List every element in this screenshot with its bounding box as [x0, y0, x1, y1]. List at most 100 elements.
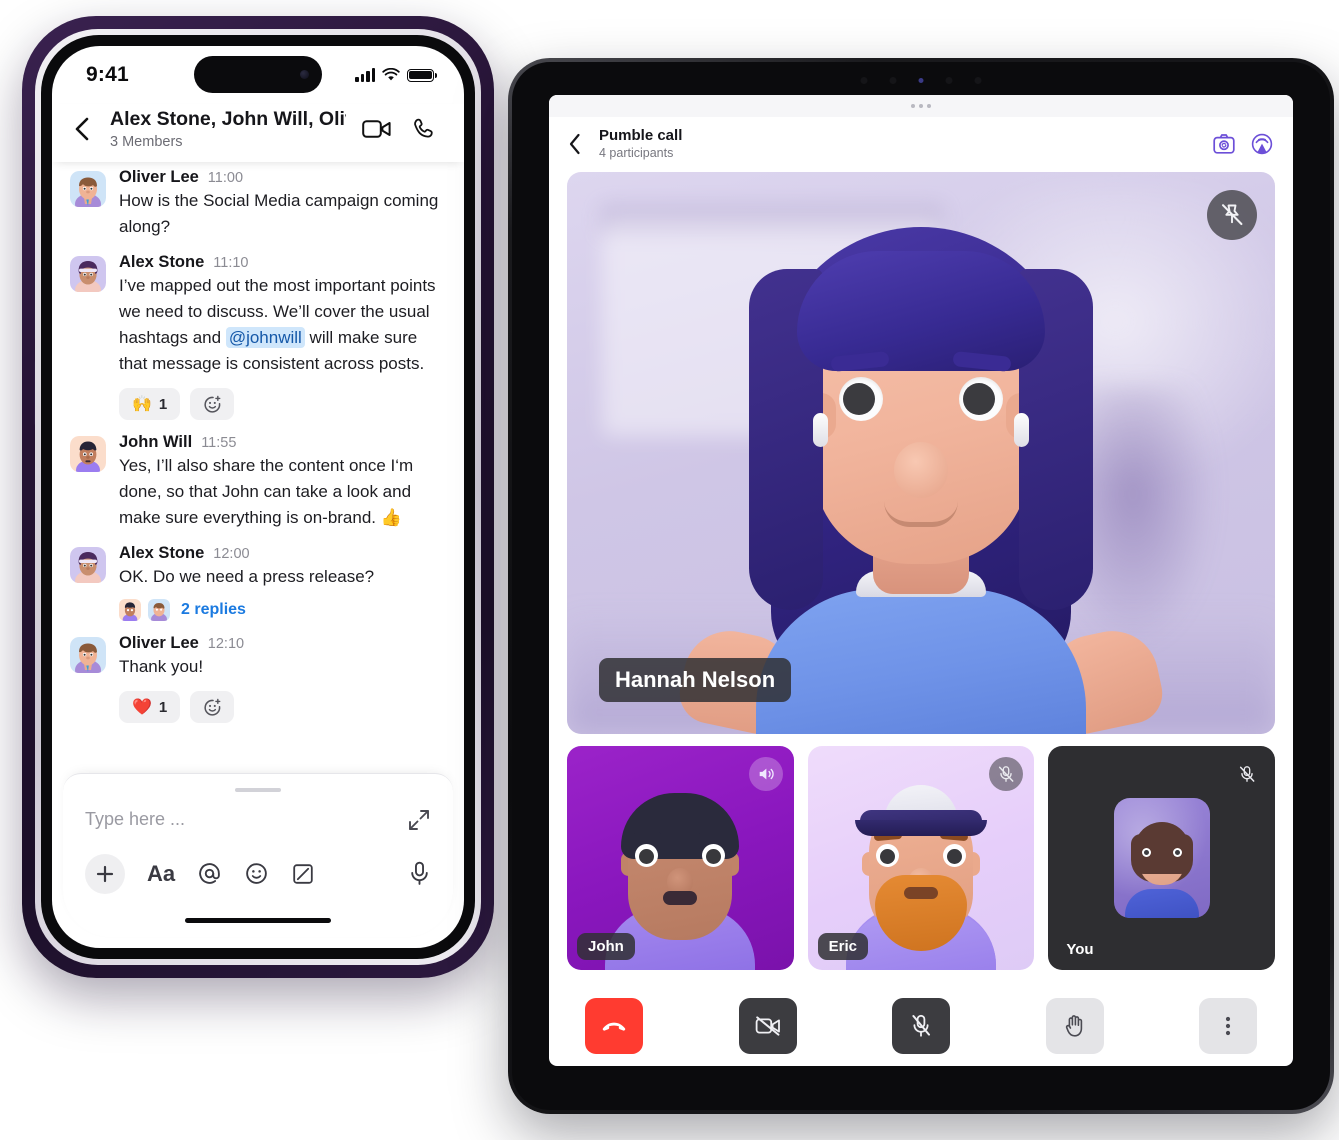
- toggle-camera-button[interactable]: [738, 998, 797, 1054]
- attach-button[interactable]: [85, 853, 125, 894]
- battery-icon: [407, 68, 437, 82]
- voice-message-button[interactable]: [408, 861, 431, 886]
- add-reaction-button[interactable]: [190, 388, 235, 420]
- app-window-bar: [549, 95, 1293, 117]
- participant-tile-john[interactable]: John: [567, 746, 794, 970]
- message-time: 12:00: [213, 546, 250, 562]
- tablet-screen: Pumble call 4 participants Hannah Nelson…: [549, 95, 1293, 1066]
- toggle-mic-button[interactable]: [892, 998, 950, 1054]
- draw-icon: [293, 863, 313, 884]
- phone-icon: [414, 118, 433, 138]
- end-call-button[interactable]: [585, 998, 643, 1054]
- message-meta: John Will 11:55: [119, 433, 446, 452]
- message-row: Alex Stone 11:10 I’ve mapped out the mos…: [70, 253, 446, 420]
- message-list[interactable]: Oliver Lee 11:00 How is the Social Media…: [52, 162, 464, 797]
- avatar-oliver-icon: [148, 599, 170, 621]
- avatar: [70, 637, 106, 673]
- raise-hand-button[interactable]: [1045, 998, 1104, 1054]
- mention-button[interactable]: [197, 861, 222, 886]
- thread-summary[interactable]: 2 replies: [119, 599, 446, 621]
- audio-call-button[interactable]: [408, 112, 442, 146]
- format-text-label: Aa: [147, 860, 176, 886]
- reaction-count: 1: [158, 395, 168, 413]
- message-body: Alex Stone 11:10 I’ve mapped out the mos…: [119, 253, 446, 420]
- phone-frame-band: 9:41 Alex Stone, John Will, Oli 3 Member…: [35, 29, 481, 965]
- chat-member-count: 3 Members: [110, 134, 183, 150]
- video-call-button[interactable]: [360, 112, 394, 146]
- expand-diagonal-icon[interactable]: [407, 808, 431, 832]
- phone-device-frame: 9:41 Alex Stone, John Will, Oli 3 Member…: [22, 16, 494, 978]
- main-video-tile[interactable]: Hannah Nelson: [567, 172, 1275, 734]
- participant-tile-you[interactable]: You: [1048, 746, 1276, 970]
- more-options-button[interactable]: [1199, 998, 1257, 1054]
- speaking-indicator: [748, 757, 783, 791]
- message-text: Yes, I’ll also share the content once I‘…: [119, 456, 414, 527]
- message-time: 11:10: [213, 255, 249, 271]
- cast-icon[interactable]: [1251, 133, 1273, 155]
- microphone-muted-icon: [1239, 766, 1255, 782]
- message-meta: Oliver Lee 12:10: [119, 634, 446, 653]
- avatar: [70, 436, 106, 472]
- avatar-alex-icon: [70, 547, 106, 583]
- emoji-button[interactable]: [244, 861, 269, 886]
- microphone-icon: [411, 861, 428, 885]
- avatar-john-icon: [119, 599, 141, 621]
- draw-button[interactable]: [291, 862, 315, 886]
- status-time: 9:41: [86, 63, 129, 86]
- add-reaction-icon: [204, 698, 221, 716]
- switch-camera-icon[interactable]: [1213, 133, 1235, 154]
- reaction-chip[interactable]: 🙌 1: [119, 388, 181, 420]
- composer-drag-handle[interactable]: [235, 787, 281, 792]
- phone-body: 9:41 Alex Stone, John Will, Oli 3 Member…: [41, 35, 475, 959]
- call-controls: [567, 986, 1275, 1066]
- chevron-left-icon[interactable]: [70, 116, 96, 142]
- add-reaction-button[interactable]: [190, 691, 235, 723]
- front-camera-icon: [918, 78, 924, 83]
- participant-name-label: Hannah Nelson: [599, 658, 792, 702]
- message-text: OK. Do we need a press release?: [119, 567, 375, 586]
- message-row: Oliver Lee 12:10 Thank you! ❤️ 1: [70, 634, 446, 723]
- call-title-block: Pumble call 4 participants: [599, 127, 682, 160]
- thread-participant-avatar: [119, 599, 141, 621]
- unpin-button[interactable]: [1207, 190, 1257, 240]
- sensor-dot-icon: [974, 77, 982, 84]
- mention-chip[interactable]: @johnwill: [225, 327, 305, 348]
- message-author: Oliver Lee: [119, 168, 199, 186]
- message-text: Thank you!: [119, 657, 204, 676]
- window-menu-icon[interactable]: [911, 104, 931, 108]
- participant-name-label: John: [577, 933, 635, 960]
- reaction-chip[interactable]: ❤️ 1: [119, 691, 181, 723]
- phone-home-indicator: [185, 917, 331, 923]
- self-avatar-thumbnail: [1113, 798, 1210, 918]
- mute-indicator: [989, 757, 1024, 791]
- message-body: Oliver Lee 12:10 Thank you! ❤️ 1: [119, 634, 446, 723]
- message-body: Alex Stone 12:00 OK. Do we need a press …: [119, 544, 446, 621]
- message-meta: Oliver Lee 11:00: [119, 168, 446, 187]
- participant-tile-eric[interactable]: Eric: [807, 746, 1035, 970]
- thread-replies-link[interactable]: 2 replies: [181, 601, 246, 619]
- chat-title-block[interactable]: Alex Stone, John Will, Oliver... 3 Membe…: [110, 108, 346, 150]
- status-indicators: [355, 68, 437, 82]
- composer-input-row: Type here ...: [85, 808, 431, 832]
- message-author: Alex Stone: [119, 544, 205, 562]
- more-vertical-icon: [1225, 1016, 1231, 1036]
- message-input[interactable]: Type here ...: [85, 809, 185, 830]
- chevron-left-icon[interactable]: [567, 133, 583, 155]
- message-row: Alex Stone 12:00 OK. Do we need a press …: [70, 544, 446, 621]
- message-author: Alex Stone: [119, 253, 205, 271]
- at-icon: [199, 863, 220, 884]
- sensor-dot-icon: [889, 77, 897, 84]
- message-composer: Type here ... Aa: [63, 772, 453, 937]
- format-text-button[interactable]: Aa: [147, 860, 176, 886]
- participant-avatar-eric: [846, 773, 996, 970]
- wifi-icon: [382, 68, 400, 81]
- tablet-body: Pumble call 4 participants Hannah Nelson…: [512, 62, 1330, 1110]
- video-camera-icon: [362, 120, 391, 138]
- message-meta: Alex Stone 12:00: [119, 544, 446, 563]
- sensor-dot-icon: [860, 77, 868, 84]
- unpin-icon: [1221, 204, 1243, 226]
- composer-toolbar: Aa: [85, 853, 431, 898]
- participant-thumbnails: John Eric You: [567, 746, 1276, 974]
- plus-icon: [96, 865, 114, 882]
- screenshot-stage: 9:41 Alex Stone, John Will, Oli 3 Member…: [0, 0, 1339, 1140]
